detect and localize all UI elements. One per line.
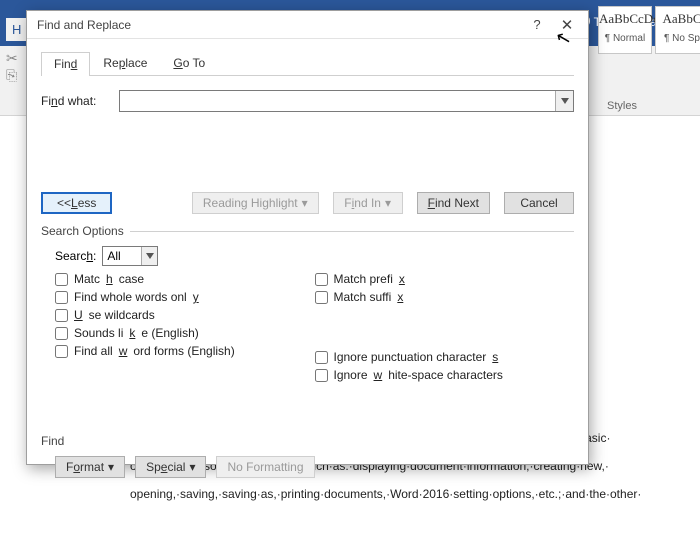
opt-ignore-punct[interactable]: Ignore punctuation characters (315, 350, 575, 364)
ribbon-tab-home[interactable]: H (6, 18, 27, 41)
search-options-label: Search Options (27, 220, 588, 240)
special-button[interactable]: Special ▾ (135, 456, 206, 478)
search-direction-label: Search: (55, 249, 96, 263)
style-label: ¶ No Sp (656, 33, 700, 44)
find-replace-dialog: Find and Replace ? ✕ Find Replace Go To … (26, 10, 589, 465)
dialog-tabs: Find Replace Go To (27, 39, 588, 76)
style-normal[interactable]: AaBbCcDc ¶ Normal (598, 6, 652, 54)
btn-label: Reading Highlight (203, 196, 298, 210)
clipboard-icons: ✂⎘ (6, 50, 18, 84)
style-label: ¶ Normal (599, 33, 651, 44)
opt-match-prefix[interactable]: Match prefix (315, 272, 575, 286)
tab-replace[interactable]: Replace (90, 51, 160, 75)
tab-find[interactable]: Find (41, 52, 90, 76)
tab-goto[interactable]: Go To (160, 51, 218, 75)
style-sample: AaBbC (656, 11, 700, 27)
find-what-label: Find what: (41, 94, 119, 108)
dropdown-icon[interactable] (141, 247, 157, 265)
find-section-label: Find (27, 382, 588, 452)
less-button[interactable]: << Less (41, 192, 112, 214)
cancel-button[interactable]: Cancel (504, 192, 574, 214)
no-formatting-button: No Formatting (216, 456, 314, 478)
close-button[interactable]: ✕ (552, 16, 582, 34)
find-next-button[interactable]: Find Next (417, 192, 490, 214)
dialog-titlebar[interactable]: Find and Replace ? ✕ (27, 11, 588, 39)
find-in-button[interactable]: Find In▾ (333, 192, 403, 214)
opt-whole-words[interactable]: Find whole words only (55, 290, 315, 304)
style-nospacing[interactable]: AaBbC ¶ No Sp (655, 6, 700, 54)
reading-highlight-button[interactable]: Reading Highlight▾ (192, 192, 319, 214)
search-direction-select[interactable]: All (102, 246, 158, 266)
opt-wildcards[interactable]: Use wildcards (55, 308, 315, 322)
help-button[interactable]: ? (522, 17, 552, 32)
find-what-input[interactable] (119, 90, 574, 112)
dialog-title: Find and Replace (37, 18, 131, 32)
opt-all-word-forms[interactable]: Find all word forms (English) (55, 344, 315, 358)
opt-ignore-whitespace[interactable]: Ignore white-space characters (315, 368, 575, 382)
opt-match-case[interactable]: Match case (55, 272, 315, 286)
format-button[interactable]: Format ▾ (55, 456, 125, 478)
styles-group-label: Styles (607, 100, 637, 112)
search-direction-value: All (107, 249, 120, 263)
dropdown-icon[interactable] (555, 91, 573, 111)
opt-match-suffix[interactable]: Match suffix (315, 290, 575, 304)
opt-sounds-like[interactable]: Sounds like (English) (55, 326, 315, 340)
style-sample: AaBbCcDc (599, 11, 651, 27)
